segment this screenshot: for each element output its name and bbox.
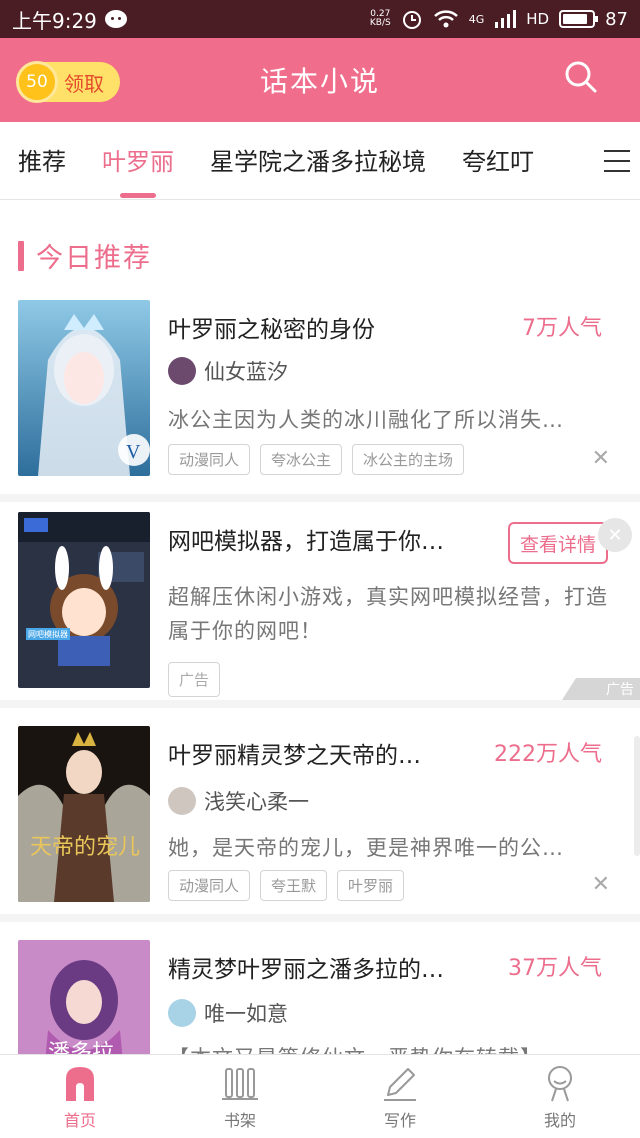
dismiss-icon[interactable]: ✕ bbox=[592, 872, 610, 897]
battery-level: 87 bbox=[605, 8, 628, 30]
author[interactable]: 浅笑心柔一 bbox=[168, 786, 309, 816]
book-cover[interactable]: 天帝的宠儿 bbox=[18, 726, 150, 902]
pen-icon bbox=[384, 1067, 416, 1101]
book-card[interactable]: V 叶罗丽之秘密的身份 7万人气 仙女蓝汐 冰公主因为人类的冰川融化了所以消失…… bbox=[0, 286, 640, 502]
book-cover[interactable]: 潘多拉 bbox=[18, 940, 150, 1060]
view-details-button[interactable]: 查看详情 bbox=[508, 522, 608, 564]
section-title: 今日推荐 bbox=[36, 243, 152, 274]
book-title[interactable]: 叶罗丽精灵梦之天帝的… bbox=[168, 736, 468, 770]
wifi-icon bbox=[433, 10, 458, 28]
bottom-nav: 首页 书架 写作 我的 bbox=[0, 1054, 640, 1138]
book-cover[interactable]: V bbox=[18, 300, 150, 476]
tag[interactable]: 夸冰公主 bbox=[260, 444, 343, 475]
signal-icon bbox=[495, 10, 517, 28]
author-name: 浅笑心柔一 bbox=[204, 790, 309, 814]
avatar bbox=[168, 999, 196, 1027]
ad-card[interactable]: 网吧模拟器 网吧模拟器，打造属于你… 查看详情 ✕ 超解压休闲小游戏，真实网吧模… bbox=[0, 502, 640, 708]
avatar bbox=[168, 357, 196, 385]
nav-label: 书架 bbox=[223, 1110, 256, 1130]
author[interactable]: 仙女蓝汐 bbox=[168, 356, 288, 386]
net-speed: 0.27 KB/S bbox=[369, 9, 391, 28]
coin-badge: 50 bbox=[16, 61, 58, 103]
network-type: 4G bbox=[468, 12, 485, 26]
wechat-notification-icon bbox=[104, 10, 127, 28]
tabs-menu-icon[interactable] bbox=[594, 122, 640, 199]
author[interactable]: 唯一如意 bbox=[168, 998, 288, 1028]
ad-image[interactable]: 网吧模拟器 bbox=[18, 512, 150, 688]
alarm-icon bbox=[402, 11, 421, 29]
nav-label: 写作 bbox=[383, 1110, 416, 1130]
battery-icon bbox=[559, 10, 599, 28]
tag[interactable]: 冰公主的主场 bbox=[352, 444, 465, 475]
profile-icon bbox=[548, 1065, 572, 1101]
tag[interactable]: 夸王默 bbox=[260, 870, 328, 901]
book-card[interactable]: 潘多拉 精灵梦叶罗丽之潘多拉的… 37万人气 唯一如意 【本文又是篇修仙文，恶势… bbox=[0, 930, 640, 1060]
book-title[interactable]: 精灵梦叶罗丽之潘多拉的… bbox=[168, 950, 468, 984]
nav-write[interactable]: 写作 bbox=[320, 1055, 480, 1138]
claim-coins-button[interactable]: 50 领取 bbox=[16, 61, 120, 103]
ad-corner-label: 广告 bbox=[562, 678, 640, 700]
nav-profile[interactable]: 我的 bbox=[480, 1055, 640, 1138]
tag[interactable]: 动漫同人 bbox=[168, 444, 251, 475]
hd-indicator: HD bbox=[526, 10, 550, 28]
home-icon bbox=[66, 1066, 94, 1101]
tab-kuahongding[interactable]: 夸红叮 bbox=[444, 122, 552, 199]
popularity: 7万人气 bbox=[522, 316, 602, 341]
tab-recommend[interactable]: 推荐 bbox=[0, 122, 84, 199]
book-description: 她，是天帝的宠儿，更是神界唯一的公… bbox=[168, 836, 564, 860]
ad-description: 超解压休闲小游戏，真实网吧模拟经营，打造属于你的网吧！ bbox=[168, 585, 608, 643]
popularity: 37万人气 bbox=[508, 956, 602, 981]
ad-image-text: 网吧模拟器 bbox=[28, 629, 68, 639]
app-header: 50 领取 话本小说 bbox=[0, 38, 640, 122]
tag[interactable]: 动漫同人 bbox=[168, 870, 251, 901]
avatar bbox=[168, 787, 196, 815]
tab-yeluoli[interactable]: 叶罗丽 bbox=[84, 122, 192, 199]
status-time: 上午9:29 bbox=[12, 8, 97, 33]
claim-label: 领取 bbox=[64, 71, 104, 96]
status-bar: 上午9:29 0.27 KB/S 4G HD 87 bbox=[0, 0, 640, 38]
tab-star-academy[interactable]: 星学院之潘多拉秘境 bbox=[192, 122, 444, 199]
nav-label: 我的 bbox=[543, 1110, 576, 1130]
author-name: 唯一如意 bbox=[204, 1002, 288, 1026]
book-description: 冰公主因为人类的冰川融化了所以消失… bbox=[168, 408, 564, 432]
nav-bookshelf[interactable]: 书架 bbox=[160, 1055, 320, 1138]
app-title: 话本小说 bbox=[259, 65, 380, 98]
tag[interactable]: 叶罗丽 bbox=[337, 870, 405, 901]
search-icon[interactable] bbox=[564, 60, 598, 94]
bookshelf-icon bbox=[222, 1067, 258, 1100]
ad-title[interactable]: 网吧模拟器，打造属于你… bbox=[168, 522, 468, 556]
tag-list: 动漫同人 夸王默 叶罗丽 bbox=[168, 870, 405, 901]
category-tabs: 推荐 叶罗丽 星学院之潘多拉秘境 夸红叮 bbox=[0, 122, 640, 200]
popularity: 222万人气 bbox=[494, 742, 602, 767]
section-accent-bar bbox=[18, 240, 24, 271]
book-title[interactable]: 叶罗丽之秘密的身份 bbox=[168, 310, 468, 344]
author-name: 仙女蓝汐 bbox=[204, 360, 288, 384]
cover-text: V bbox=[126, 441, 141, 463]
book-card[interactable]: 天帝的宠儿 叶罗丽精灵梦之天帝的… 222万人气 浅笑心柔一 她，是天帝的宠儿，… bbox=[0, 716, 640, 922]
nav-home[interactable]: 首页 bbox=[0, 1055, 160, 1138]
ad-close-icon[interactable]: ✕ bbox=[598, 518, 632, 552]
ad-badge: 广告 bbox=[168, 662, 221, 697]
nav-label: 首页 bbox=[63, 1110, 96, 1130]
dismiss-icon[interactable]: ✕ bbox=[592, 446, 610, 471]
scrollbar[interactable] bbox=[634, 736, 640, 856]
cover-text: 天帝的宠儿 bbox=[30, 834, 140, 859]
section-header: 今日推荐 bbox=[18, 236, 152, 275]
tag-list: 动漫同人 夸冰公主 冰公主的主场 bbox=[168, 444, 465, 475]
